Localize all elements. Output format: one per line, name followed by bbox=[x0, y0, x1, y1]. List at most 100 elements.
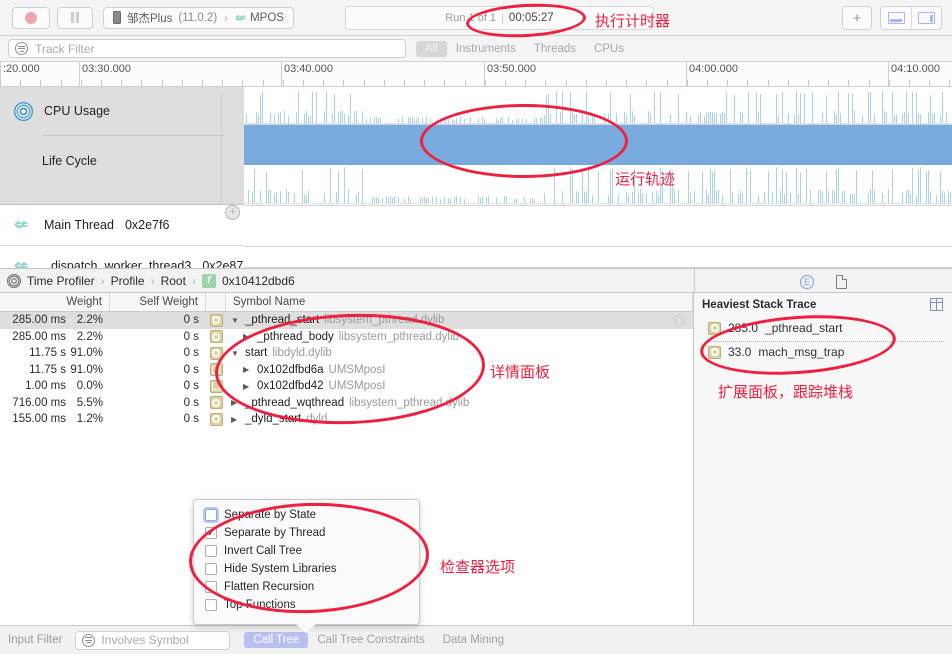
checkbox[interactable] bbox=[205, 599, 217, 611]
pause-button[interactable] bbox=[57, 6, 93, 29]
sparkline-bar bbox=[922, 202, 923, 204]
sidebar-item-main-thread[interactable]: ⇍ Main Thread 0x2e7f6 bbox=[0, 205, 244, 246]
sparkline-bar bbox=[346, 122, 347, 124]
document-icon[interactable] bbox=[836, 274, 847, 289]
checkbox[interactable] bbox=[203, 507, 219, 523]
breadcrumb-item-address[interactable]: 0x10412dbd6 bbox=[222, 274, 295, 288]
stack-row-1[interactable]: 33.0 mach_msg_trap bbox=[708, 345, 844, 359]
disclosure-triangle-icon[interactable]: ▶ bbox=[231, 398, 240, 407]
track-filter-input[interactable]: Track Filter bbox=[8, 39, 406, 58]
sparkline-bar bbox=[652, 122, 653, 124]
toggle-inspector-view-button[interactable] bbox=[911, 7, 941, 29]
toggle-detail-view-button[interactable] bbox=[881, 7, 911, 29]
stack-view-icon[interactable] bbox=[930, 298, 943, 311]
sparkline-bar bbox=[904, 202, 905, 204]
timeline-ruler[interactable]: :20.000 03:30.000 03:40.000 03:50.000 04:00.… bbox=[0, 62, 952, 87]
track-lane-main-thread[interactable] bbox=[244, 206, 952, 247]
ruler-minor-tick bbox=[81, 80, 82, 86]
sparkline-bar bbox=[248, 189, 249, 204]
table-row[interactable]: 155.00 ms 1.2% 0 s ▶ _dyld_start dyld bbox=[0, 411, 693, 428]
column-header-symbol-name[interactable]: Symbol Name bbox=[226, 293, 693, 311]
table-row[interactable]: 11.75 s 91.0% 0 s ▶ 0x102dfbd6a UMSMposI bbox=[0, 362, 693, 379]
bottom-tab-call-tree[interactable]: Call Tree bbox=[244, 632, 309, 648]
sidebar-item-life-cycle[interactable]: Life Cycle bbox=[0, 135, 244, 187]
track-lane-dispatch-worker[interactable] bbox=[244, 247, 952, 268]
focus-arrow-icon[interactable]: › bbox=[673, 313, 686, 327]
table-row[interactable]: 1.00 ms 0.0% 0 s ▶ 0x102dfbd42 UMSMposI bbox=[0, 378, 693, 395]
column-header-self-weight[interactable]: Self Weight bbox=[110, 293, 206, 311]
table-row[interactable]: 285.00 ms 2.2% 0 s ▶ _pthread_body libsystem_… bbox=[0, 329, 693, 346]
table-row[interactable]: 11.75 s 91.0% 0 s ▼ start libdyld.dylib bbox=[0, 345, 693, 362]
breadcrumb-item-profile[interactable]: Profile bbox=[111, 274, 145, 288]
breadcrumb-item-root[interactable]: Root bbox=[161, 274, 186, 288]
option-hide-system-libraries[interactable]: Hide System Libraries bbox=[194, 560, 419, 578]
sparkline-bar bbox=[542, 117, 543, 124]
sparkline-bar bbox=[612, 122, 613, 124]
sparkline-bar bbox=[720, 113, 721, 124]
disclosure-triangle-icon[interactable]: ▼ bbox=[231, 349, 240, 358]
bottom-tab-call-tree-constraints[interactable]: Call Tree Constraints bbox=[308, 632, 433, 648]
disclosure-triangle-icon[interactable]: ▶ bbox=[243, 365, 252, 374]
filter-scope-instruments[interactable]: Instruments bbox=[447, 41, 525, 57]
filter-scope-all[interactable]: All bbox=[416, 40, 447, 57]
sparkline-bar bbox=[868, 92, 869, 124]
sparkline-bar bbox=[358, 122, 359, 124]
sparkline-bar bbox=[754, 122, 755, 124]
sparkline-bar bbox=[924, 122, 925, 124]
sidebar-item-cpu-usage[interactable]: CPU Usage bbox=[0, 87, 244, 135]
sparkline-bar bbox=[576, 191, 577, 204]
stack-count-0: 285.0 bbox=[728, 321, 759, 335]
cpu-usage-icon bbox=[14, 101, 33, 121]
symbol-name: _pthread_wqthread bbox=[245, 396, 345, 409]
option-separate-by-thread[interactable]: ✓ Separate by Thread bbox=[194, 524, 419, 542]
disclosure-triangle-icon[interactable]: ▶ bbox=[243, 332, 252, 341]
sparkline-bar bbox=[548, 202, 549, 204]
filter-scope-cpus[interactable]: CPUs bbox=[585, 41, 633, 57]
breadcrumb-item-time-profiler[interactable]: Time Profiler bbox=[27, 274, 95, 288]
view-toggle-group bbox=[880, 6, 942, 30]
sparkline-bar bbox=[594, 202, 595, 204]
cell-weight: 11.75 s bbox=[29, 363, 66, 376]
sparkline-bar bbox=[732, 192, 733, 204]
symbol-name: 0x102dfbd6a bbox=[257, 363, 324, 376]
sparkline-bar bbox=[570, 167, 571, 204]
table-row[interactable]: 285.00 ms 2.2% 0 s ▼ _pthread_start libsystem… bbox=[0, 312, 693, 329]
disclosure-triangle-icon[interactable]: ▼ bbox=[231, 316, 240, 325]
stack-row-0[interactable]: 285.0 _pthread_start bbox=[708, 321, 842, 335]
option-flatten-recursion[interactable]: Flatten Recursion bbox=[194, 578, 419, 596]
track-lane-life-cycle-spacer[interactable] bbox=[244, 165, 952, 206]
bottom-tab-data-mining[interactable]: Data Mining bbox=[434, 632, 513, 648]
disclosure-triangle-icon[interactable]: ▶ bbox=[231, 415, 240, 424]
cell-self-weight: 0 s bbox=[183, 314, 199, 327]
sparkline-bar bbox=[422, 118, 423, 124]
involves-symbol-input[interactable]: Involves Symbol bbox=[75, 630, 231, 650]
option-top-functions[interactable]: Top Functions bbox=[194, 596, 419, 614]
sparkline-bar bbox=[522, 119, 523, 124]
checkbox[interactable] bbox=[205, 581, 217, 593]
sparkline-bar bbox=[698, 202, 699, 204]
table-row[interactable]: 716.00 ms 5.5% 0 s ▶ _pthread_wqthread libsys… bbox=[0, 395, 693, 412]
checkbox[interactable] bbox=[205, 545, 217, 557]
device-target-chip[interactable]: 邹杰Plus (11.0.2) › ⇍ MPOS bbox=[103, 6, 294, 29]
cell-weight-percent: 5.5% bbox=[76, 396, 103, 409]
track-lane-cpu-usage[interactable] bbox=[244, 87, 952, 125]
sparkline-bar bbox=[940, 170, 941, 204]
sparkline-bar bbox=[610, 169, 611, 204]
disclosure-triangle-icon[interactable]: ▶ bbox=[243, 382, 252, 391]
checkbox[interactable]: ✓ bbox=[205, 527, 217, 539]
sparkline-bar bbox=[378, 197, 379, 204]
option-invert-call-tree[interactable]: Invert Call Tree bbox=[194, 542, 419, 560]
column-header-weight[interactable]: Weight bbox=[0, 293, 110, 311]
ruler-minor-tick bbox=[364, 80, 365, 86]
extended-detail-icon[interactable]: E bbox=[800, 274, 814, 289]
add-track-button[interactable]: + bbox=[225, 205, 240, 220]
sparkline-bar bbox=[338, 171, 339, 204]
checkbox[interactable] bbox=[205, 563, 217, 575]
option-separate-by-state[interactable]: Separate by State bbox=[194, 506, 419, 524]
track-group-cpu[interactable]: CPU Usage Life Cycle bbox=[0, 87, 244, 205]
record-button[interactable] bbox=[12, 6, 50, 29]
filter-scope-threads[interactable]: Threads bbox=[525, 41, 585, 57]
add-instrument-button[interactable]: + bbox=[842, 6, 872, 30]
symbol-library: libsystem_pthread.dylib bbox=[349, 396, 470, 409]
sparkline-bar bbox=[628, 194, 629, 204]
